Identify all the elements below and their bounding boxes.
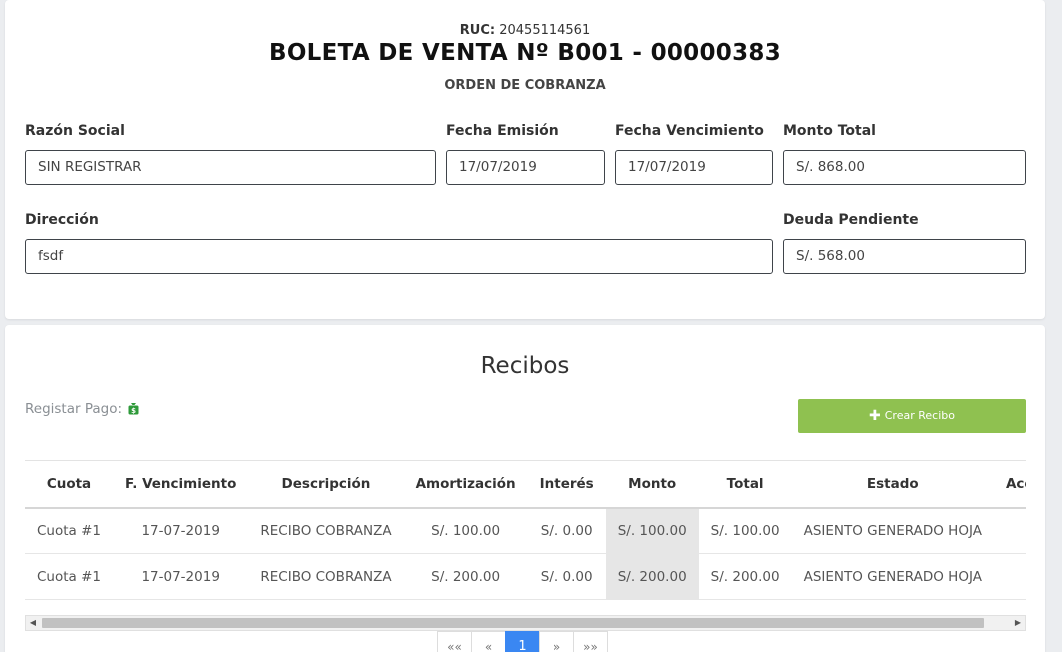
column-header[interactable]: Acciones	[993, 460, 1026, 509]
scroll-left-icon[interactable]: ◀	[26, 616, 40, 630]
crear-recibo-button[interactable]: ✚ Crear Recibo	[798, 399, 1026, 433]
document-header-card: RUC: 20455114561 BOLETA DE VENTA Nº B001…	[5, 0, 1045, 319]
fecha-emision-field[interactable]: 17/07/2019	[446, 150, 605, 185]
recibos-title: Recibos	[480, 353, 570, 379]
fecha-vencimiento-field[interactable]: 17/07/2019	[615, 150, 773, 185]
acciones-cell	[993, 507, 1026, 554]
monto-cell: S/. 200.00	[605, 553, 699, 600]
column-header[interactable]: Descripción	[248, 460, 404, 509]
estado-cell: ASIENTO GENERADO HOJA	[791, 507, 994, 554]
svg-text:$: $	[131, 407, 136, 415]
direccion-label: Dirección	[25, 212, 99, 228]
pagination: «« « 1 » »»	[437, 631, 608, 652]
page-title: BOLETA DE VENTA Nº B001 - 00000383	[269, 40, 781, 66]
fecha-vencimiento-label: Fecha Vencimiento	[615, 123, 764, 139]
page-current-button[interactable]: 1	[505, 631, 540, 652]
page-subtitle: ORDEN DE COBRANZA	[444, 78, 606, 93]
recibos-table: Cuota F. Vencimiento Descripción Amortiz…	[25, 460, 1026, 600]
table-header-row: Cuota F. Vencimiento Descripción Amortiz…	[25, 460, 1026, 509]
table-row: Cuota #1 17-07-2019 RECIBO COBRANZA S/. …	[25, 553, 1026, 600]
page-prev-button[interactable]: «	[471, 631, 506, 652]
cuota-cell: Cuota #1	[25, 553, 113, 600]
total-cell: S/. 200.00	[698, 553, 792, 600]
scrollbar-thumb[interactable]	[42, 618, 984, 628]
column-header[interactable]: Cuota	[25, 460, 113, 509]
vencimiento-cell: 17-07-2019	[113, 507, 249, 554]
total-cell: S/. 100.00	[698, 507, 792, 554]
deuda-pendiente-field[interactable]: S/. 568.00	[783, 239, 1026, 274]
page-last-button[interactable]: »»	[573, 631, 608, 652]
fecha-emision-label: Fecha Emisión	[446, 123, 559, 139]
descripcion-cell: RECIBO COBRANZA	[248, 553, 404, 600]
column-header[interactable]: Monto	[605, 460, 699, 509]
ruc-line: RUC: 20455114561	[5, 23, 1045, 38]
recibos-table-container: Cuota F. Vencimiento Descripción Amortiz…	[25, 460, 1026, 615]
cuota-cell: Cuota #1	[25, 507, 113, 554]
plus-icon: ✚	[869, 408, 881, 424]
interes-cell: S/. 0.00	[527, 507, 606, 554]
acciones-cell	[993, 553, 1026, 600]
money-bag-icon[interactable]: $	[128, 402, 139, 419]
amortizacion-cell: S/. 200.00	[403, 553, 528, 600]
direccion-field[interactable]: fsdf	[25, 239, 773, 274]
crear-recibo-label: Crear Recibo	[884, 409, 955, 422]
interes-cell: S/. 0.00	[527, 553, 606, 600]
page-next-button[interactable]: »	[539, 631, 574, 652]
estado-cell: ASIENTO GENERADO HOJA	[791, 553, 994, 600]
monto-total-field[interactable]: S/. 868.00	[783, 150, 1026, 185]
column-header[interactable]: Interés	[527, 460, 606, 509]
column-header[interactable]: F. Vencimiento	[113, 460, 249, 509]
page-first-button[interactable]: ««	[437, 631, 472, 652]
registrar-pago-label: Registar Pago:	[25, 401, 123, 417]
table-row: Cuota #1 17-07-2019 RECIBO COBRANZA S/. …	[25, 507, 1026, 554]
scroll-right-icon[interactable]: ▶	[1011, 616, 1025, 630]
ruc-label: RUC:	[459, 23, 496, 38]
horizontal-scrollbar[interactable]: ◀ ▶	[25, 615, 1026, 631]
column-header[interactable]: Amortización	[403, 460, 528, 509]
monto-cell: S/. 100.00	[605, 507, 699, 554]
deuda-pendiente-label: Deuda Pendiente	[783, 212, 919, 228]
descripcion-cell: RECIBO COBRANZA	[248, 507, 404, 554]
registrar-pago: Registar Pago: $	[25, 401, 139, 419]
vencimiento-cell: 17-07-2019	[113, 553, 249, 600]
razon-social-label: Razón Social	[25, 123, 125, 139]
recibos-card: Recibos Registar Pago: $ ✚ Crear Recibo C…	[5, 325, 1045, 652]
column-header[interactable]: Total	[698, 460, 792, 509]
monto-total-label: Monto Total	[783, 123, 876, 139]
column-header[interactable]: Estado	[791, 460, 994, 509]
razon-social-field[interactable]: SIN REGISTRAR	[25, 150, 436, 185]
amortizacion-cell: S/. 100.00	[403, 507, 528, 554]
ruc-value: 20455114561	[499, 23, 591, 38]
